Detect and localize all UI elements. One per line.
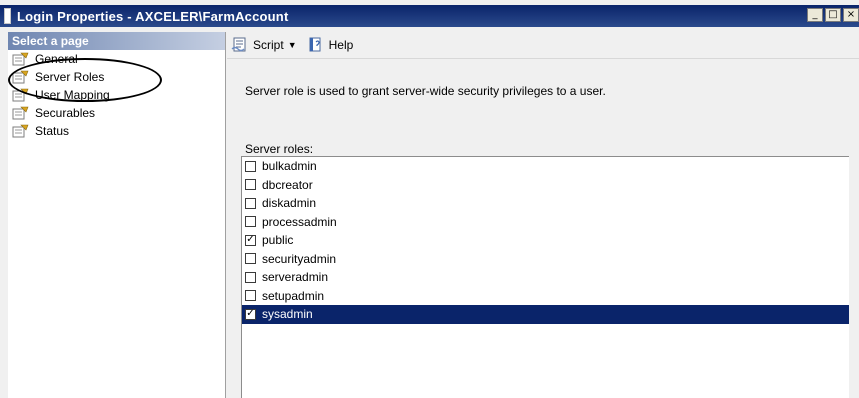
role-checkbox[interactable]: [245, 253, 256, 265]
role-checkbox[interactable]: ✓: [245, 234, 256, 246]
caption-buttons: _ □ ×: [805, 8, 859, 22]
role-label: securityadmin: [262, 251, 337, 266]
server-roles-label: Server roles:: [245, 142, 314, 156]
close-button[interactable]: ×: [843, 8, 859, 22]
help-label: Help: [328, 38, 354, 52]
page-item-status[interactable]: Status: [8, 122, 225, 140]
role-label: dbcreator: [262, 177, 313, 192]
role-label: public: [262, 233, 294, 248]
role-checkbox[interactable]: ✓: [245, 308, 256, 320]
select-page-header: Select a page: [8, 32, 225, 50]
role-checkbox[interactable]: [245, 179, 256, 191]
page-item-label: Securables: [35, 106, 96, 120]
script-button[interactable]: Script ▼: [231, 37, 297, 53]
page-wrench-icon: [12, 106, 29, 120]
login-properties-window: Login Properties - AXCELER\FarmAccount _…: [0, 0, 859, 398]
role-row-dbcreator[interactable]: dbcreator: [242, 176, 849, 195]
role-label: processadmin: [262, 214, 337, 229]
role-checkbox[interactable]: [245, 290, 256, 302]
role-row-public[interactable]: ✓ public: [242, 231, 849, 250]
role-label: diskadmin: [262, 196, 317, 211]
help-icon: [309, 37, 321, 52]
title-bar[interactable]: Login Properties - AXCELER\FarmAccount _…: [0, 5, 859, 27]
role-row-diskadmin[interactable]: diskadmin: [242, 194, 849, 213]
server-roles-page: Script ▼ Help Server role is used to gra…: [227, 32, 859, 398]
page-wrench-icon: [12, 70, 29, 84]
page-wrench-icon: [12, 124, 29, 138]
role-row-processadmin[interactable]: processadmin: [242, 213, 849, 232]
role-row-securityadmin[interactable]: securityadmin: [242, 250, 849, 269]
maximize-button[interactable]: □: [825, 8, 841, 22]
dropdown-arrow-icon[interactable]: ▼: [288, 40, 297, 50]
script-label: Script: [253, 38, 284, 52]
window-icon: [4, 8, 11, 24]
window-title: Login Properties - AXCELER\FarmAccount: [17, 8, 289, 24]
role-checkbox[interactable]: [245, 160, 256, 172]
select-page-pane: Select a page General Server Roles User Ma…: [8, 32, 226, 398]
page-item-user-mapping[interactable]: User Mapping: [8, 86, 225, 104]
page-item-label: Server Roles: [35, 70, 105, 84]
page-list: General Server Roles User Mapping Securable…: [8, 50, 225, 140]
page-item-server-roles[interactable]: Server Roles: [8, 68, 225, 86]
role-row-setupadmin[interactable]: setupadmin: [242, 287, 849, 306]
script-icon: [231, 37, 246, 52]
help-button[interactable]: Help: [307, 37, 354, 53]
role-label: sysadmin: [262, 307, 313, 322]
page-item-label: General: [35, 52, 78, 66]
role-row-sysadmin[interactable]: ✓ sysadmin: [242, 305, 849, 324]
role-label: bulkadmin: [262, 159, 317, 174]
role-checkbox[interactable]: [245, 197, 256, 209]
page-item-label: User Mapping: [35, 88, 110, 102]
page-description: Server role is used to grant server-wide…: [245, 84, 606, 98]
minimize-button[interactable]: _: [807, 8, 823, 22]
page-item-label: Status: [35, 124, 70, 138]
server-roles-list: bulkadmin dbcreator diskadmin processadmin ✓…: [241, 156, 849, 398]
role-label: serveradmin: [262, 270, 329, 285]
role-checkbox[interactable]: [245, 271, 256, 283]
page-wrench-icon: [12, 88, 29, 102]
toolbar: Script ▼ Help: [227, 32, 859, 59]
role-row-serveradmin[interactable]: serveradmin: [242, 268, 849, 287]
role-checkbox[interactable]: [245, 216, 256, 228]
page-item-securables[interactable]: Securables: [8, 104, 225, 122]
page-item-general[interactable]: General: [8, 50, 225, 68]
page-wrench-icon: [12, 52, 29, 66]
role-row-bulkadmin[interactable]: bulkadmin: [242, 157, 849, 176]
role-label: setupadmin: [262, 288, 325, 303]
